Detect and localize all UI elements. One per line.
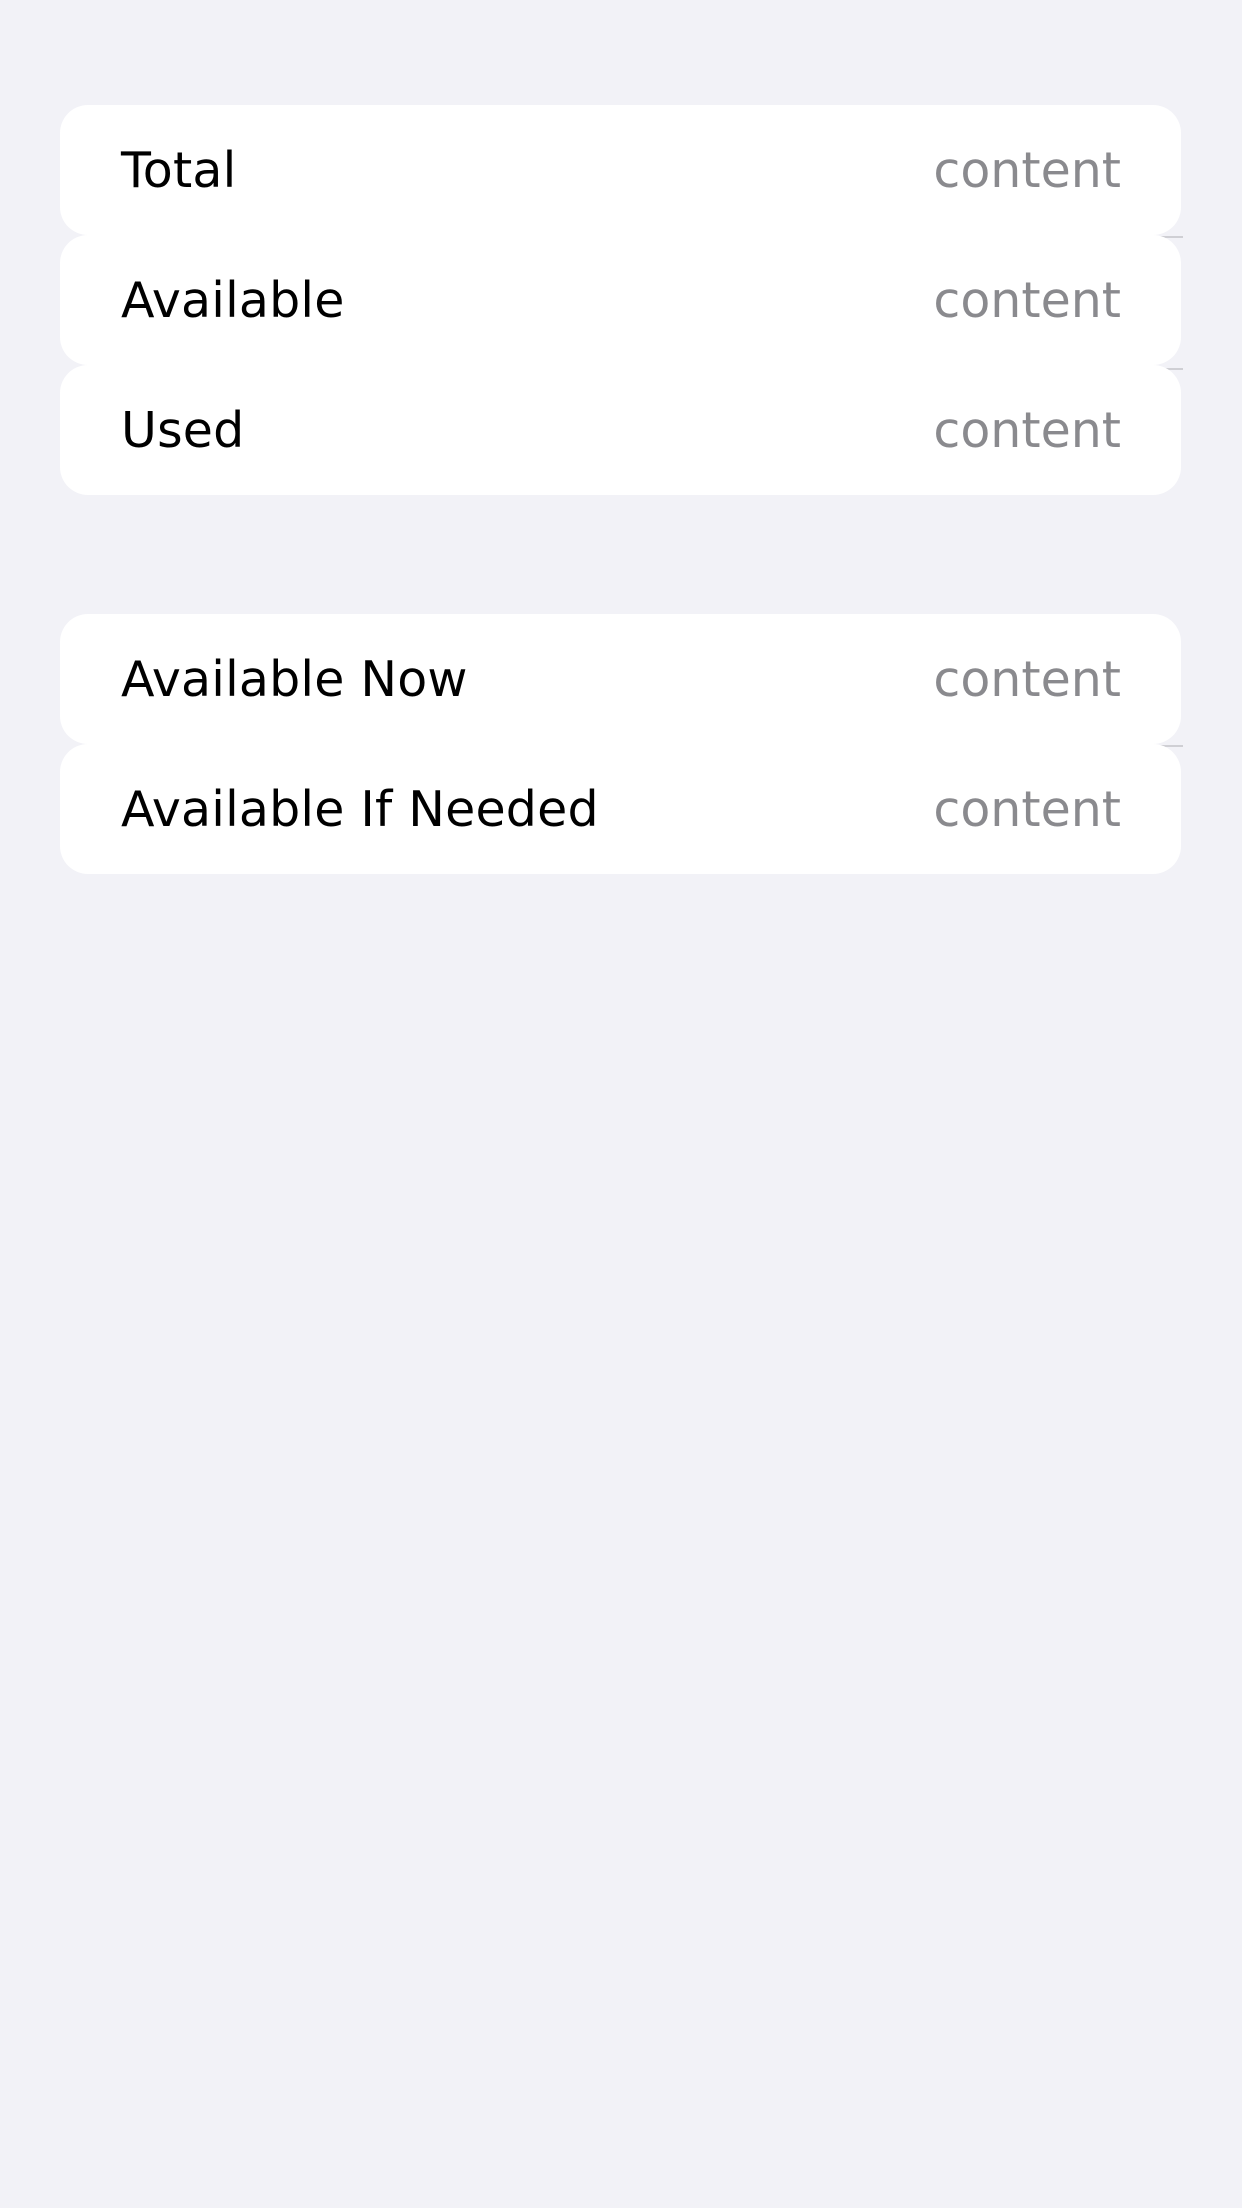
- row-used[interactable]: Used content: [60, 365, 1181, 495]
- row-value: content: [933, 780, 1121, 838]
- row-label: Available: [121, 271, 345, 329]
- row-value: content: [933, 650, 1121, 708]
- row-available[interactable]: Available content: [60, 235, 1181, 365]
- row-label: Available Now: [121, 650, 468, 708]
- row-available-if-needed[interactable]: Available If Needed content: [60, 744, 1181, 874]
- row-value: content: [933, 271, 1121, 329]
- row-label: Used: [121, 401, 245, 459]
- row-value: content: [933, 141, 1121, 199]
- row-total[interactable]: Total content: [60, 105, 1181, 235]
- row-value: content: [933, 401, 1121, 459]
- row-label: Total: [121, 141, 237, 199]
- row-available-now[interactable]: Available Now content: [60, 614, 1181, 744]
- row-label: Available If Needed: [121, 780, 599, 838]
- availability-section: Available Now content Available If Neede…: [60, 614, 1183, 874]
- storage-summary-section: Total content Available content Used con…: [60, 105, 1183, 495]
